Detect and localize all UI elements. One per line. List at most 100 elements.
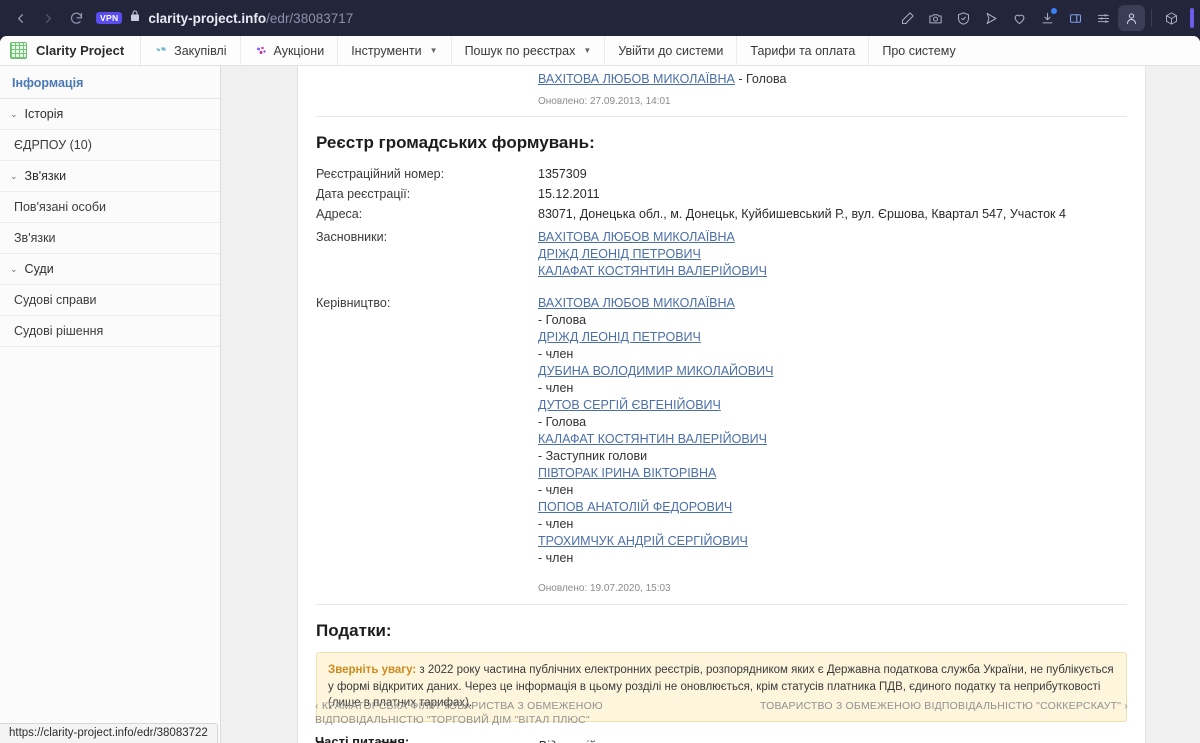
address-label: Адреса: (316, 207, 538, 221)
clarity-grid-logo-icon (10, 42, 27, 59)
nav-item-label: Про систему (882, 44, 955, 58)
vpn-badge[interactable]: VPN (96, 12, 122, 25)
manager-role: - Голова (538, 313, 586, 327)
manager-role: - член (538, 483, 573, 497)
management-label: Керівництво: (316, 296, 538, 568)
founder-link[interactable]: КАЛАФАТ КОСТЯНТИН ВАЛЕРІЙОВИЧ (538, 264, 767, 278)
management-item: ПІВТОРАК ІРИНА ВІКТОРІВНА - член (538, 466, 773, 497)
nav-item-tools[interactable]: Інструменти ▼ (338, 36, 451, 65)
registry-updated-bottom: Оновлено: 19.07.2020, 15:03 (316, 571, 1127, 605)
faq-section: Часті питання: Який код за ЄДРПОУ у комп… (297, 734, 1146, 743)
manager-role: - член (538, 517, 573, 531)
registry-section-title: Реєстр громадських формувань: (316, 117, 1127, 164)
back-arrow-icon[interactable] (6, 5, 34, 31)
management-item: ВАХІТОВА ЛЮБОВ МИКОЛАЇВНА - Голова (538, 296, 773, 327)
sidebar-item-court-decisions[interactable]: Судові рішення (0, 316, 220, 347)
edit-pen-icon[interactable] (894, 5, 921, 31)
registry-date-row: Дата реєстрації: 15.12.2011 (316, 184, 1127, 204)
nav-item-login[interactable]: Увійти до системи (605, 36, 737, 65)
prev-company-link[interactable]: ‹ КРАМАТОРСЬКА ФІЛІЯ ТОВАРИСТВА З ОБМЕЖЕ… (315, 699, 695, 727)
chevron-down-icon: ⌄ (10, 110, 18, 119)
nav-item-about[interactable]: Про систему (869, 36, 968, 65)
manager-link[interactable]: КАЛАФАТ КОСТЯНТИН ВАЛЕРІЙОВИЧ (538, 432, 773, 446)
chevron-down-icon: ▼ (430, 46, 438, 55)
browser-toolbar: VPN clarity-project.info/edr/38083717 (0, 0, 1200, 36)
url-text: clarity-project.info/edr/38083717 (148, 11, 353, 26)
address-value: 83071, Донецька обл., м. Донецьк, Куйбиш… (538, 207, 1066, 221)
manager-link[interactable]: ДУБИНА ВОЛОДИМИР МИКОЛАЙОВИЧ (538, 364, 773, 378)
url-path: /edr/38083717 (266, 11, 353, 26)
address-row: Адреса: 83071, Донецька обл., м. Донецьк… (316, 204, 1127, 224)
brand-name: Clarity Project (36, 43, 124, 58)
registry-number-row: Реєстраційний номер: 1357309 (316, 164, 1127, 184)
nav-item-pricing[interactable]: Тарифи та оплата (737, 36, 869, 65)
sidebar-item-label: Суди (25, 262, 54, 276)
founders-label: Засновники: (316, 230, 538, 281)
sidebar-toggle-icon[interactable] (1062, 5, 1089, 31)
manager-link[interactable]: ВАХІТОВА ЛЮБОВ МИКОЛАЇВНА (538, 296, 773, 310)
manager-link[interactable]: ТРОХИМЧУК АНДРІЙ СЕРГІЙОВИЧ (538, 534, 773, 548)
nav-item-label: Інструменти (351, 44, 421, 58)
manager-role: - член (538, 347, 573, 361)
manager-link[interactable]: ДУТОВ СЕРГІЙ ЄВГЕНІЙОВИЧ (538, 398, 773, 412)
pagination-nav: ‹ КРАМАТОРСЬКА ФІЛІЯ ТОВАРИСТВА З ОБМЕЖЕ… (297, 686, 1146, 727)
send-icon[interactable] (978, 5, 1005, 31)
faq-title: Часті питання: (315, 734, 1128, 743)
management-item: ДУБИНА ВОЛОДИМИР МИКОЛАЙОВИЧ - член (538, 364, 773, 395)
nav-item-label: Пошук по реєстрах (465, 44, 576, 58)
content-column: ВАХІТОВА ЛЮБОВ МИКОЛАЇВНА - Голова Оновл… (221, 66, 1200, 743)
sidebar-item-related-persons[interactable]: Пов'язані особи (0, 192, 220, 223)
manager-role: - член (538, 551, 573, 565)
downloads-icon[interactable] (1034, 5, 1061, 31)
page-body: Інформація ⌄ Історія ЄДРПОУ (10) ⌄ Зв'яз… (0, 66, 1200, 743)
nav-item-procurement[interactable]: Закупівлі (141, 36, 240, 65)
page-viewport: Clarity Project Закупівлі Аукціони Інстр… (0, 36, 1200, 743)
sidebar-item-label: Судові справи (14, 293, 97, 307)
notice-bold-label: Зверніть увагу: (328, 664, 416, 676)
sidebar-item-court-cases[interactable]: Судові справи (0, 285, 220, 316)
manager-link[interactable]: ПІВТОРАК ІРИНА ВІКТОРІВНА (538, 466, 773, 480)
camera-icon[interactable] (922, 5, 949, 31)
nav-item-auctions[interactable]: Аукціони (241, 36, 339, 65)
founders-row: Засновники: ВАХІТОВА ЛЮБОВ МИКОЛАЇВНА ДР… (316, 224, 1127, 284)
registry-updated-top: Оновлено: 27.09.2013, 14:01 (316, 86, 1127, 117)
forward-arrow-icon[interactable] (34, 5, 62, 31)
registry-date-label: Дата реєстрації: (316, 187, 538, 201)
profile-avatar-icon[interactable] (1118, 5, 1145, 31)
manager-role: - Голова (538, 415, 586, 429)
management-item: ДРІЖД ЛЕОНІД ПЕТРОВИЧ - член (538, 330, 773, 361)
chevron-down-icon: ▼ (583, 46, 591, 55)
sidebar-item-label: Пов'язані особи (14, 200, 106, 214)
person-link[interactable]: ВАХІТОВА ЛЮБОВ МИКОЛАЇВНА (538, 72, 735, 86)
top-person-row: ВАХІТОВА ЛЮБОВ МИКОЛАЇВНА - Голова (316, 66, 1127, 86)
founder-link[interactable]: ВАХІТОВА ЛЮБОВ МИКОЛАЇВНА (538, 230, 767, 244)
chevron-down-icon: ⌄ (10, 172, 18, 181)
manager-link[interactable]: ДРІЖД ЛЕОНІД ПЕТРОВИЧ (538, 330, 773, 344)
sidebar-item-edrpou[interactable]: ЄДРПОУ (10) (0, 130, 220, 161)
sidebar: Інформація ⌄ Історія ЄДРПОУ (10) ⌄ Зв'яз… (0, 66, 221, 743)
sidebar-item-history[interactable]: ⌄ Історія (0, 99, 220, 130)
sidebar-item-connections-group[interactable]: ⌄ Зв'язки (0, 161, 220, 192)
founder-link[interactable]: ДРІЖД ЛЕОНІД ПЕТРОВИЧ (538, 247, 767, 261)
next-company-link[interactable]: ТОВАРИСТВО З ОБМЕЖЕНОЮ ВІДПОВІДАЛЬНІСТЮ … (760, 699, 1128, 727)
site-navigation: Clarity Project Закупівлі Аукціони Інстр… (0, 36, 1200, 66)
heart-icon[interactable] (1006, 5, 1033, 31)
cube-icon[interactable] (1158, 5, 1185, 31)
nav-item-label: Закупівлі (174, 44, 226, 58)
sliders-icon[interactable] (1090, 5, 1117, 31)
reload-icon[interactable] (62, 5, 90, 31)
nav-item-label: Аукціони (274, 44, 325, 58)
toolbar-divider (1151, 9, 1152, 27)
accent-indicator (1190, 8, 1194, 28)
address-bar[interactable]: VPN clarity-project.info/edr/38083717 (90, 5, 894, 31)
brand-logo-link[interactable]: Clarity Project (0, 36, 141, 65)
sidebar-item-connections[interactable]: Зв'язки (0, 223, 220, 254)
dots-icon (254, 45, 268, 57)
manager-link[interactable]: ПОПОВ АНАТОЛІЙ ФЕДОРОВИЧ (538, 500, 773, 514)
nav-item-registry-search[interactable]: Пошук по реєстрах ▼ (452, 36, 606, 65)
management-item: ПОПОВ АНАТОЛІЙ ФЕДОРОВИЧ - член (538, 500, 773, 531)
sidebar-item-courts-group[interactable]: ⌄ Суди (0, 254, 220, 285)
browser-actions (894, 5, 1194, 31)
shield-check-icon[interactable] (950, 5, 977, 31)
management-row: Керівництво: ВАХІТОВА ЛЮБОВ МИКОЛАЇВНА -… (316, 284, 1127, 571)
